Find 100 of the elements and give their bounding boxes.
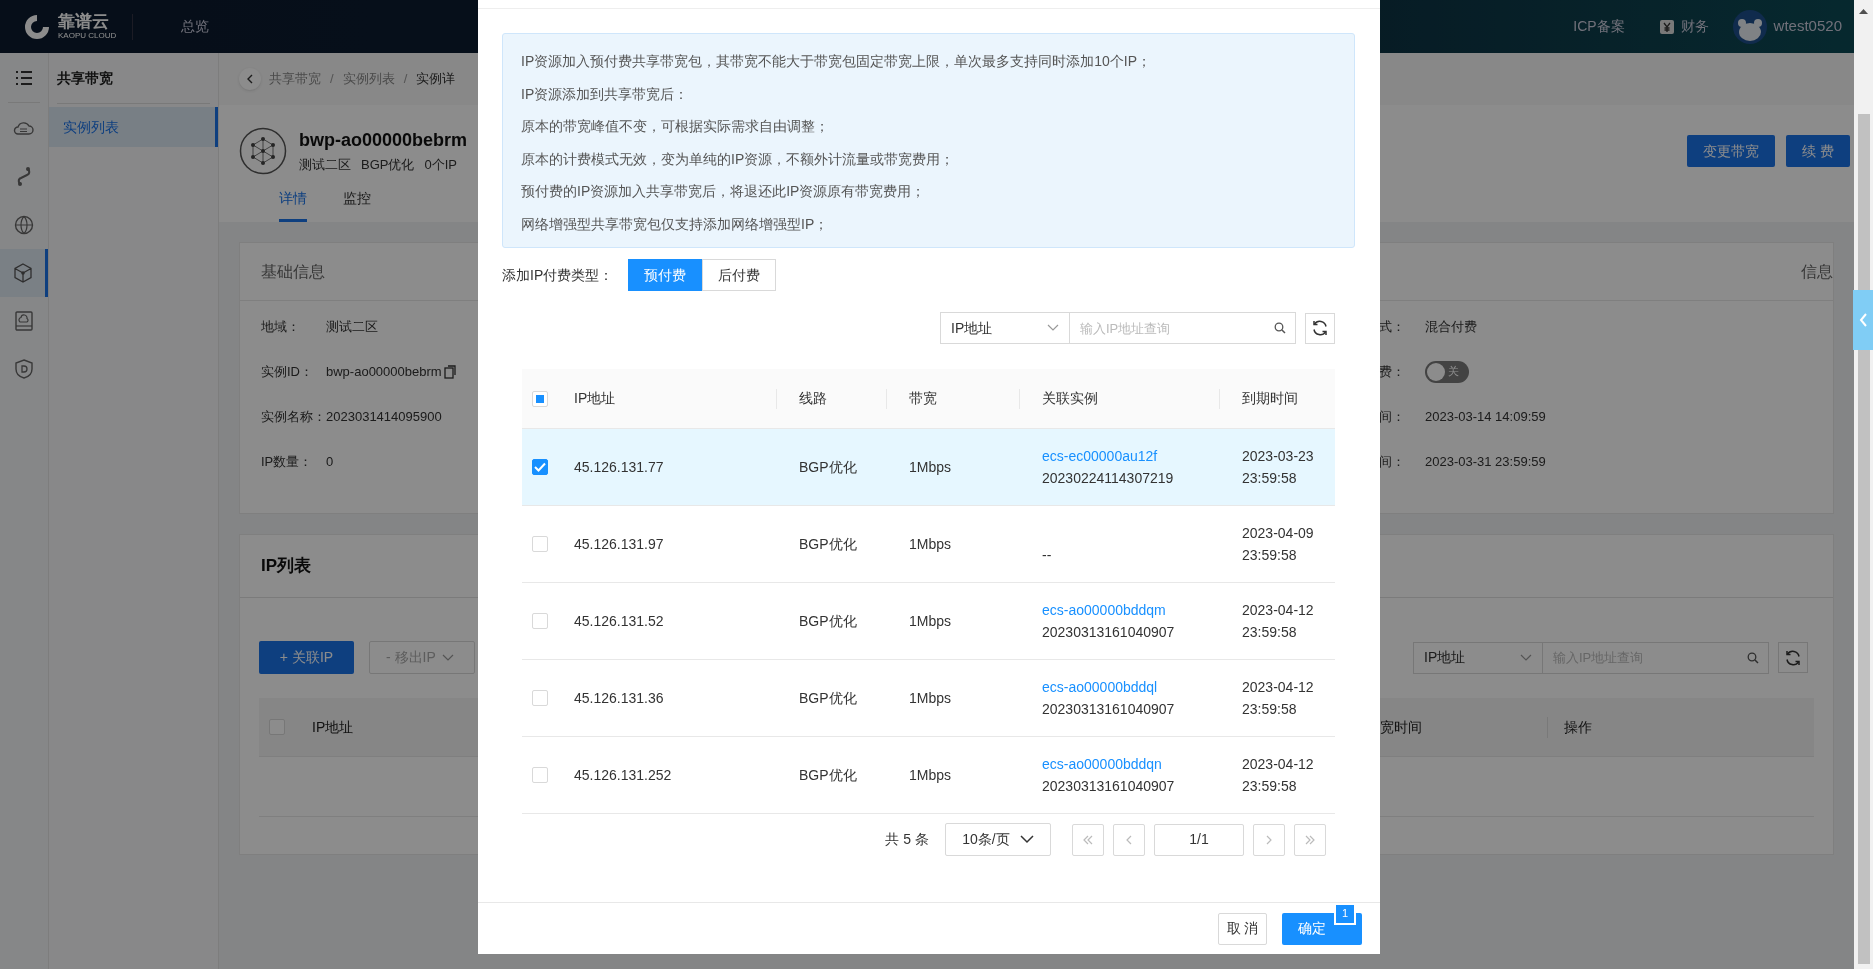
header-link[interactable]: ICP备案 [1573,16,1625,37]
table-cell-text: -- [1042,546,1052,565]
card-title: 信息 [1801,261,1833,282]
table-cell: 45.126.131.52 [574,612,664,629]
side-panel-toggle[interactable] [1853,290,1873,350]
first-page-button[interactable] [1072,823,1104,856]
field-value: 2023031414095900 [326,407,442,426]
checkbox[interactable] [532,459,548,475]
yen-icon [1658,18,1675,35]
field-label: 式： [1379,317,1406,336]
refresh-button[interactable] [1778,642,1808,673]
next-page-button[interactable] [1253,823,1285,856]
table-cell: 45.126.131.77 [574,458,664,475]
notice-text: 网络增强型共享带宽包仅支持添加网络增强型IP； [521,214,830,234]
scrollbar[interactable] [1854,0,1873,969]
breadcrumb-link[interactable]: 实例详 [416,69,456,89]
instance-link[interactable]: ecs-ao00000bddqn [1042,753,1162,775]
globe-icon [12,213,36,237]
sidebar-item[interactable]: 实例列表 [49,107,218,147]
search-field[interactable]: 输入IP地址查询 [1070,312,1296,344]
table-cell-text: 20230313161040907 [1042,623,1175,642]
pay-type-option[interactable]: 后付费 [702,259,776,291]
pay-type-option[interactable]: 预付费 [628,259,702,291]
table-cell: 1Mbps [909,458,952,475]
search-icon [1274,322,1286,334]
table-cell: BGP优化 [799,766,857,783]
notice-text: 原本的计费模式无效，变为单纯的IP资源，不额外计流量或带宽费用； [521,149,956,169]
table-cell: BGP优化 [799,458,857,475]
instance-link[interactable]: ecs-ao00000bddqm [1042,599,1166,621]
nav-link[interactable]: 总览 [181,16,209,37]
table-cell-text: 2023-04-09 [1242,524,1314,543]
chevron-icon [1082,833,1094,846]
table-cell-text: 2023-04-12 [1242,755,1314,774]
add-ip-button[interactable]: + 关联IP [259,641,354,674]
breadcrumb-link[interactable]: 实例列表 [342,69,395,89]
cloud-drive-icon [12,309,36,333]
notice-text: 预付费的IP资源加入共享带宽后，将退还此IP资源原有带宽费用； [521,182,927,201]
table-cell: BGP优化 [799,612,857,629]
breadcrumb-link[interactable]: 共享带宽 [269,69,321,89]
column-header: 带宽 [908,389,937,408]
username[interactable]: wtest0520 [1773,15,1842,38]
toggle-switch[interactable]: 关 [1425,360,1469,383]
logo-subtext: KAOPU CLOUD [58,32,117,40]
instance-tag: 测试二区 [299,155,351,175]
table-cell: 45.126.131.36 [574,689,664,706]
column-header: IP地址 [312,717,354,737]
avatar-icon[interactable] [1732,9,1767,44]
card-title: 基础信息 [261,261,325,282]
tab[interactable]: 监控 [343,188,371,222]
action-button[interactable]: 续 费 [1786,135,1850,167]
table-cell: BGP优化 [799,535,857,552]
cancel-button[interactable]: 取 消 [1218,912,1267,945]
refresh-button[interactable] [1305,312,1335,344]
table-cell-text: 20230224114307219 [1042,469,1174,488]
table-cell: BGP优化 [799,689,857,706]
count-badge: 1 [1334,902,1356,925]
refresh-icon [1784,648,1802,667]
table-cell-text: 20230313161040907 [1042,777,1175,796]
instance-tag: BGP优化 [361,155,415,175]
field-label: 费： [1379,362,1406,381]
table-cell-text: 23:59:58 [1242,777,1297,796]
table-cell-text: 23:59:58 [1242,546,1297,565]
table-cell: 1Mbps [909,535,952,552]
page-size-select[interactable]: 10条/页 [945,823,1051,856]
field-value: 测试二区 [326,317,378,336]
field-label: 实例ID： [261,362,314,381]
toggle-text: 关 [1448,364,1459,380]
action-button[interactable]: 变更带宽 [1687,135,1775,167]
column-header: 到期时间 [1241,389,1298,408]
table-cell-text: 23:59:58 [1242,700,1297,719]
caret-icon [1520,653,1532,662]
column-header: IP地址 [574,389,616,408]
table-cell-text: 20230313161040907 [1042,700,1175,719]
last-page-button[interactable] [1294,823,1326,856]
instance-tag: 0个IP [424,155,457,175]
tab[interactable]: 详情 [279,188,307,222]
instance-link[interactable]: ecs-ec00000au12f [1042,445,1158,467]
chevron-icon [1304,833,1316,846]
sidebar-icon-button[interactable] [0,249,48,297]
table-cell: 45.126.131.252 [574,766,672,783]
field-label: 间： [1379,407,1406,426]
finance-link[interactable]: 财务 [1658,16,1709,37]
scroll-up-arrow-icon[interactable] [1859,8,1868,14]
field-select[interactable]: IP地址 [940,312,1070,344]
page-field[interactable]: 1/1 [1154,823,1244,856]
breadcrumb-separator: / [403,70,408,89]
shield-icon [12,357,36,381]
field-select[interactable]: IP地址 [1413,641,1543,674]
previous-page-button[interactable] [1113,823,1145,856]
field-value: 2023-03-14 14:09:59 [1425,407,1546,426]
total-count: 共 5 条 [885,830,929,849]
checkmark-icon [534,462,546,472]
copy-icon[interactable] [443,364,456,379]
table-cell: 1Mbps [909,689,952,706]
back-button[interactable] [239,68,261,90]
field-label: 实例名称： [261,407,326,426]
instance-link[interactable]: ecs-ao00000bddql [1042,676,1158,698]
table-cell-text: 2023-04-12 [1242,601,1314,620]
table-cell-text: 2023-03-23 [1242,447,1314,466]
table-cell: 45.126.131.97 [574,535,664,552]
